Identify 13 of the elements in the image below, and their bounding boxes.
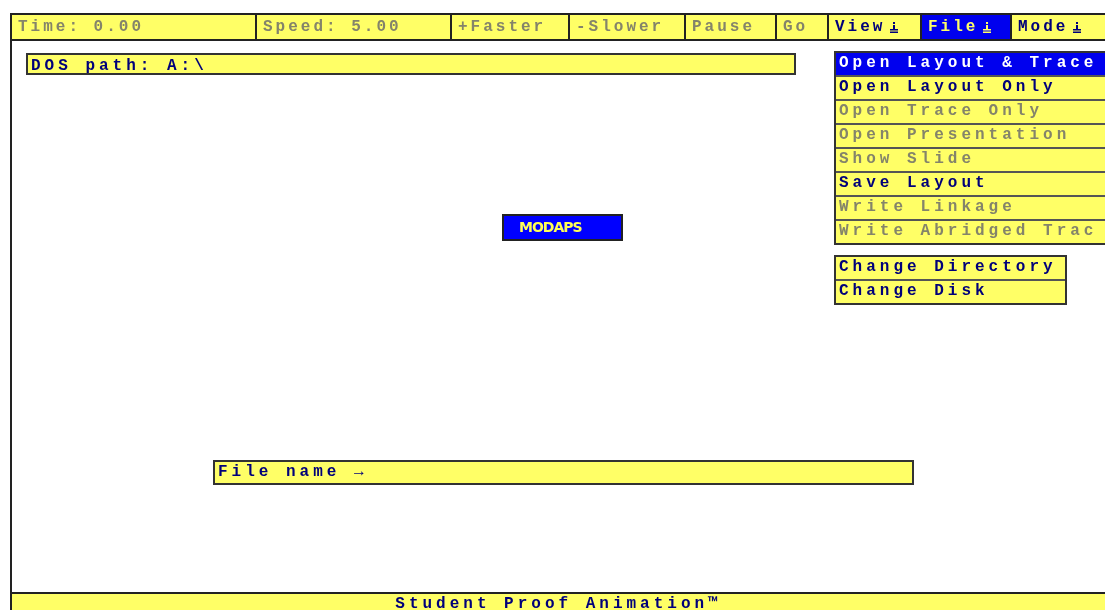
menu-item[interactable]: Open Layout Only bbox=[836, 75, 1105, 99]
project-label: MODAPS bbox=[502, 214, 623, 241]
menu-tab[interactable]: File bbox=[922, 15, 1012, 39]
dos-path-field[interactable]: DOS path: A:\ bbox=[26, 53, 796, 75]
menu-item[interactable]: Change Disk bbox=[836, 279, 1065, 303]
menu-item[interactable]: Save Layout bbox=[836, 171, 1105, 195]
status-bar: Student Proof Animation™ bbox=[10, 592, 1105, 610]
menu-item[interactable]: Open Layout & Trace bbox=[836, 53, 1105, 75]
menu-item[interactable]: Change Directory bbox=[836, 257, 1065, 279]
file-name-field[interactable]: File name → bbox=[213, 460, 914, 485]
dropdown-icon bbox=[1072, 21, 1083, 33]
dropdown-icon bbox=[982, 21, 993, 33]
dropdown-icon bbox=[889, 21, 900, 33]
